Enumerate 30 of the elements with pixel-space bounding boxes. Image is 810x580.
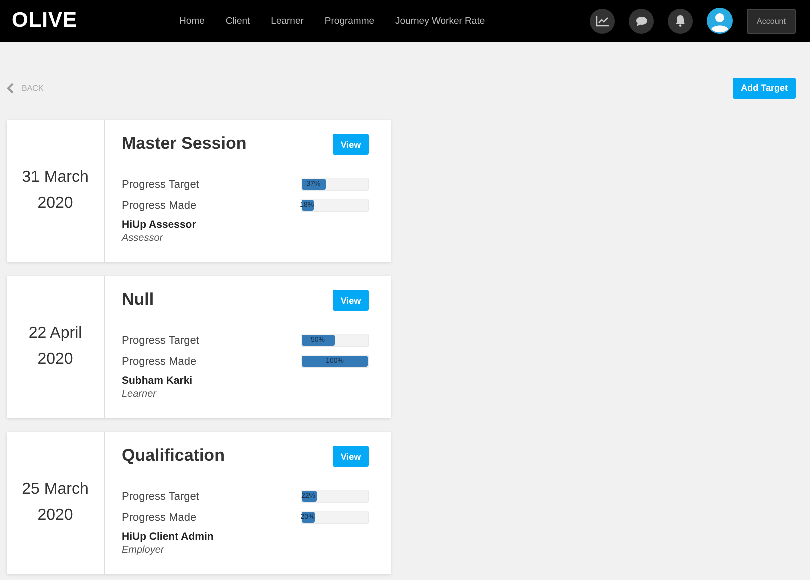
avatar-icon[interactable] (707, 8, 733, 34)
person-role: Learner (122, 389, 158, 400)
person-role: Assessor (122, 233, 164, 244)
logo[interactable]: OLIVE (12, 9, 78, 33)
bell-icon[interactable] (668, 8, 693, 34)
target-title: Master Session (122, 134, 247, 154)
target-title: Qualification (122, 446, 225, 466)
person-role: Employer (122, 545, 166, 556)
target-date: 22 April 2020 (28, 324, 82, 370)
progress-label: Progress Target (122, 334, 200, 346)
progress-label: Progress Made (122, 512, 197, 524)
target-date: 31 March 2020 (22, 168, 89, 214)
person-name: Subham Karki (122, 375, 194, 387)
person-name: HiUp Assessor (122, 219, 198, 231)
chevron-left-icon (7, 82, 14, 94)
person-name: HiUp Client Admin (122, 531, 215, 543)
chart-icon[interactable] (590, 8, 615, 34)
nav-link[interactable]: Programme (324, 16, 375, 26)
nav-link[interactable]: Learner (271, 16, 304, 26)
chat-icon[interactable] (629, 8, 654, 34)
progress-label: Progress Target (122, 490, 200, 502)
account-button[interactable]: Account (747, 8, 796, 34)
nav-link[interactable]: Client (226, 16, 250, 26)
progress-label: Progress Made (122, 200, 197, 212)
progress-label: Progress Target (122, 178, 200, 190)
nav-link[interactable]: Journey Worker Rate (396, 16, 486, 26)
nav-link[interactable]: Home (180, 16, 205, 26)
target-date: 25 March 2020 (22, 480, 89, 526)
target-title: Null (122, 290, 154, 310)
progress-label: Progress Made (122, 356, 197, 368)
